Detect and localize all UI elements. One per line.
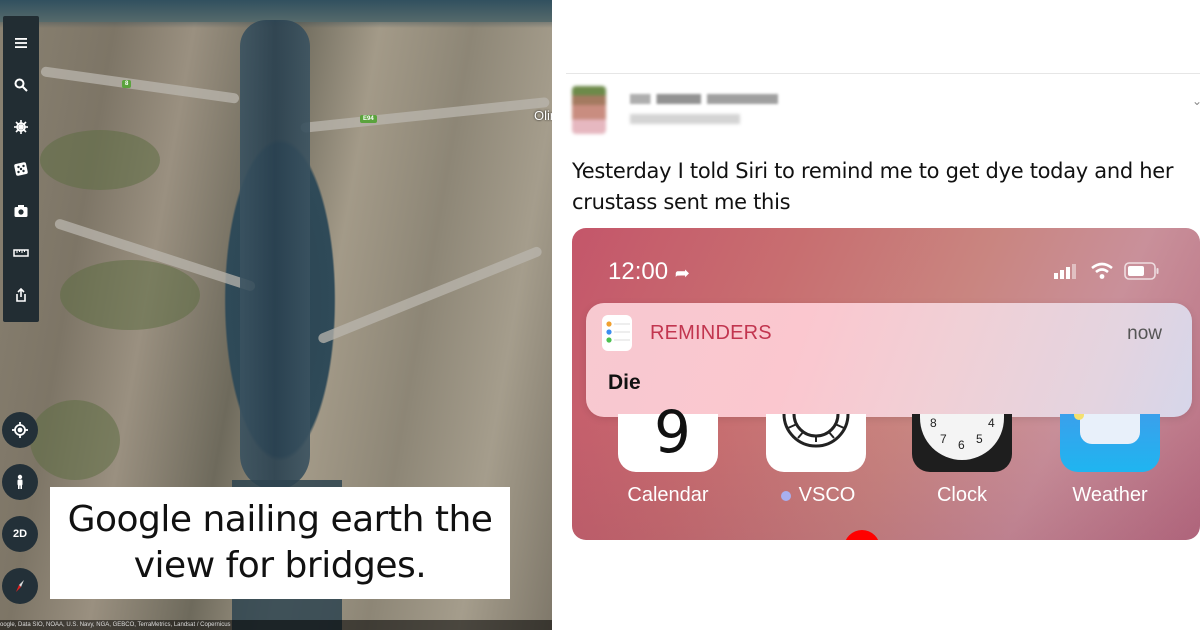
measure-button[interactable]	[7, 239, 35, 267]
app-label-weather: Weather	[1072, 484, 1148, 506]
ruler-icon	[13, 249, 29, 257]
menu-button[interactable]	[7, 29, 35, 57]
clock-face: 8 7 6 5 4	[920, 414, 1004, 460]
location-arrow-icon: ➦	[674, 263, 690, 283]
tweet-text: Yesterday I told Siri to remind me to ge…	[572, 159, 1174, 214]
clock-number: 5	[976, 432, 983, 446]
app-label-calendar: Calendar	[627, 484, 709, 506]
author-handle-blurred[interactable]	[630, 114, 740, 124]
clock-number: 4	[988, 416, 995, 430]
update-badge-dot	[780, 490, 791, 501]
clock-number: 6	[958, 438, 965, 452]
camera-icon	[14, 205, 28, 217]
voyager-wheel-icon	[14, 120, 28, 134]
vsco-icon[interactable]	[766, 413, 866, 472]
author-name-blurred[interactable]	[630, 94, 778, 104]
wifi-icon	[1091, 262, 1113, 279]
voyager-button[interactable]	[7, 113, 35, 141]
pegman-icon	[17, 474, 23, 489]
road-badge: E94	[360, 115, 377, 123]
projects-button[interactable]	[7, 197, 35, 225]
status-icons	[1054, 262, 1160, 280]
vegetation-patch	[60, 260, 200, 330]
chevron-down-icon[interactable]: ⌄	[1192, 94, 1200, 108]
divider	[566, 73, 1200, 74]
status-time-text: 12:00	[608, 258, 669, 285]
clock-icon[interactable]: 8 7 6 5 4	[912, 414, 1012, 472]
clock-number: 7	[940, 432, 947, 446]
pegman-button[interactable]	[2, 464, 38, 500]
canal	[240, 20, 310, 490]
tweet-card: ⌄ Yesterday I told Siri to remind me to …	[552, 0, 1200, 630]
calendar-icon[interactable]: 9	[618, 398, 718, 472]
share-icon	[16, 287, 26, 302]
road	[40, 66, 240, 104]
my-location-icon	[12, 422, 28, 438]
road	[316, 245, 544, 345]
status-time: 12:00 ➦	[608, 258, 690, 286]
vegetation-patch	[40, 130, 160, 190]
reminders-app-icon	[602, 315, 632, 351]
battery-icon	[1124, 262, 1159, 280]
map-attribution: oogle, Data SIO, NOAA, U.S. Navy, NGA, G…	[0, 620, 552, 630]
search-button[interactable]	[7, 71, 35, 99]
my-location-button[interactable]	[2, 412, 38, 448]
vegetation-patch	[30, 400, 120, 480]
place-label: Olin	[534, 108, 552, 123]
meme-caption: Google nailing earth the view for bridge…	[50, 487, 510, 599]
avatar[interactable]	[572, 86, 606, 134]
signal-icon	[1054, 264, 1076, 279]
calendar-date: 9	[654, 398, 691, 466]
dice-icon	[14, 162, 28, 176]
earth-toolbar	[3, 16, 39, 322]
compass-button[interactable]	[2, 568, 38, 604]
menu-icon	[15, 38, 27, 48]
iphone-screenshot: 12:00 ➦ REMINDERS now Die 9 8 7 6 5 4 Ca…	[572, 228, 1200, 540]
notification-body: Die	[608, 371, 641, 394]
weather-icon[interactable]	[1060, 414, 1160, 472]
app-label-vsco: VSCO	[748, 484, 888, 507]
view-toggle-2d-button[interactable]: 2D	[2, 516, 38, 552]
app-label-clock: Clock	[936, 484, 987, 506]
compass-icon	[16, 580, 24, 592]
road	[300, 96, 550, 134]
feeling-lucky-button[interactable]	[7, 155, 35, 183]
cloud-shape	[1080, 414, 1140, 444]
notification-app-name: REMINDERS	[650, 322, 772, 344]
road-badge: 8	[122, 80, 132, 88]
notification-time: now	[1127, 323, 1162, 344]
vsco-label-text: VSCO	[798, 484, 856, 506]
map-view[interactable]: 8 E94 Olin 2D Google nailing ea	[0, 0, 552, 630]
sea-area	[0, 0, 552, 22]
clock-number: 8	[930, 416, 937, 430]
search-icon	[14, 78, 28, 92]
share-button[interactable]	[7, 281, 35, 309]
